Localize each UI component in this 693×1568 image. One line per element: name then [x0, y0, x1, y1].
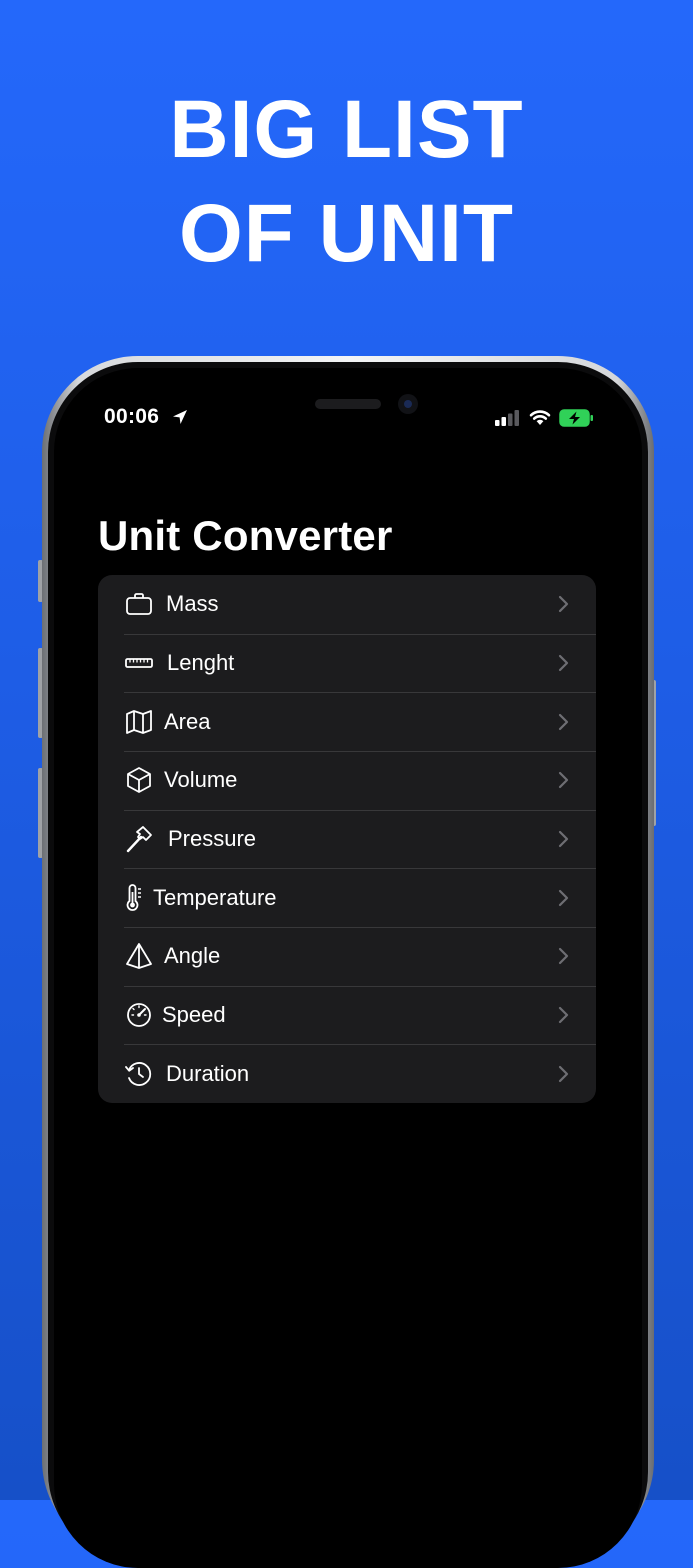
- cellular-signal-icon: [495, 410, 519, 426]
- pyramid-icon: [124, 941, 154, 971]
- cube-icon: [124, 765, 154, 795]
- list-item-mass[interactable]: Mass: [98, 575, 596, 634]
- list-item-label: Lenght: [167, 649, 235, 675]
- speedometer-icon: [124, 1000, 154, 1030]
- battery-charging-icon: [559, 409, 593, 427]
- status-time: 00:06: [104, 405, 160, 428]
- list-item-label: Duration: [166, 1060, 250, 1086]
- unit-category-list: Mass Lenght Area Volume Pressure Tempera…: [98, 575, 596, 1103]
- hammer-icon: [124, 824, 154, 854]
- chevron-right-icon: [558, 1065, 569, 1082]
- list-item-length[interactable]: Lenght: [98, 633, 596, 693]
- headline-line-1: BIG LIST: [169, 84, 524, 175]
- front-camera: [398, 394, 418, 414]
- list-item-label: Area: [164, 708, 211, 734]
- chevron-right-icon: [558, 948, 569, 965]
- chevron-right-icon: [558, 654, 569, 672]
- list-item-label: Mass: [166, 591, 219, 617]
- list-item-label: Angle: [164, 943, 221, 969]
- list-item-label: Volume: [164, 767, 238, 793]
- clock-arrow-icon: [124, 1059, 154, 1089]
- ruler-icon: [124, 648, 154, 678]
- list-item-label: Speed: [162, 1001, 226, 1027]
- thermometer-icon: [124, 883, 154, 913]
- chevron-right-icon: [558, 596, 569, 613]
- headline-line-2: OF UNIT: [179, 188, 514, 279]
- chevron-right-icon: [558, 713, 569, 730]
- chevron-right-icon: [558, 1006, 569, 1024]
- chevron-right-icon: [558, 889, 569, 906]
- list-item-label: Temperature: [153, 884, 277, 910]
- map-icon: [124, 707, 154, 737]
- list-item-pressure[interactable]: Pressure: [98, 809, 596, 869]
- screen-title: Unit Converter: [98, 512, 393, 559]
- headline: BIG LIST OF UNIT: [0, 78, 693, 286]
- list-item-temperature[interactable]: Temperature: [98, 868, 596, 927]
- earpiece-speaker: [315, 399, 381, 409]
- list-item-speed[interactable]: Speed: [98, 985, 596, 1045]
- list-item-label: Pressure: [168, 825, 257, 851]
- briefcase-icon: [124, 589, 154, 619]
- list-item-volume[interactable]: Volume: [98, 750, 596, 810]
- location-arrow-icon: [173, 410, 187, 424]
- list-item-duration[interactable]: Duration: [98, 1044, 596, 1103]
- wifi-icon: [529, 410, 551, 425]
- chevron-right-icon: [558, 772, 569, 789]
- list-item-area[interactable]: Area: [98, 692, 596, 751]
- chevron-right-icon: [558, 830, 569, 848]
- list-item-angle[interactable]: Angle: [98, 926, 596, 986]
